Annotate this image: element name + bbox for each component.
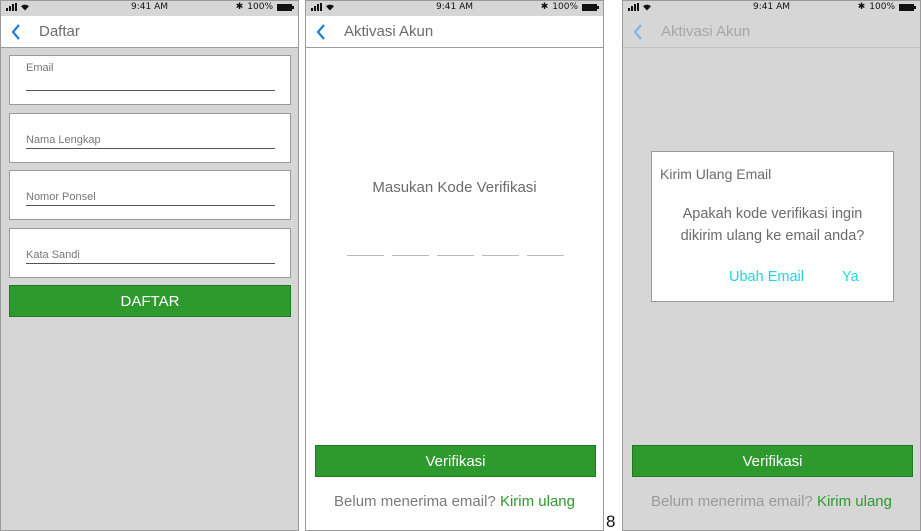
bluetooth-icon: ✱ [857, 2, 866, 12]
resend-row: Belum menerima email? Kirim ulang [306, 493, 603, 510]
bluetooth-icon: ✱ [540, 2, 549, 12]
dialog-message: Apakah kode verifikasi ingin dikirim ula… [652, 203, 893, 247]
dialog-message-line: dikirim ulang ke email anda? [680, 228, 865, 244]
resend-prompt: Belum menerima email? [651, 493, 813, 510]
phone-label: Nomor Ponsel [26, 191, 96, 203]
email-field[interactable]: Email [9, 55, 291, 105]
resend-link[interactable]: Kirim ulang [500, 493, 575, 510]
chevron-left-icon [633, 23, 642, 40]
back-button[interactable] [306, 16, 336, 48]
confirm-button[interactable]: Ya [842, 269, 859, 285]
nav-bar: Daftar [1, 16, 298, 48]
activation-dialog-screen: 9:41 AM ✱ 100% Aktivasi Akun Kirim Ulang… [622, 0, 921, 531]
battery-group: ✱ 100% [857, 2, 916, 12]
dialog-message-line: Apakah kode verifikasi ingin [682, 206, 863, 222]
battery-group: ✱ 100% [540, 2, 599, 12]
battery-percent: 100% [869, 2, 895, 12]
battery-icon [899, 3, 916, 11]
page-title: Aktivasi Akun [661, 23, 751, 40]
password-field[interactable]: Kata Sandi [9, 228, 291, 278]
chevron-left-icon [11, 23, 20, 40]
email-label: Email [26, 62, 54, 74]
resend-link[interactable]: Kirim ulang [817, 493, 892, 510]
field-underline [26, 263, 275, 264]
battery-icon [582, 3, 599, 11]
status-bar: 9:41 AM ✱ 100% [306, 1, 603, 16]
battery-percent: 100% [247, 2, 273, 12]
activation-screen: 9:41 AM ✱ 100% Aktivasi Akun Masukan Kod… [305, 0, 604, 531]
verify-button[interactable]: Verifikasi [315, 445, 596, 477]
phone-field[interactable]: Nomor Ponsel [9, 170, 291, 220]
code-digit-slot[interactable] [527, 255, 564, 256]
nav-bar: Aktivasi Akun [623, 16, 920, 48]
full-name-field[interactable]: Nama Lengkap [9, 113, 291, 163]
password-label: Kata Sandi [26, 249, 80, 261]
battery-percent: 100% [552, 2, 578, 12]
register-screen: 9:41 AM ✱ 100% Daftar Email Nama Lengkap… [0, 0, 299, 531]
bluetooth-icon: ✱ [235, 2, 244, 12]
field-underline [26, 205, 275, 206]
page-title: Aktivasi Akun [344, 23, 434, 40]
resend-email-dialog: Kirim Ulang Email Apakah kode verifikasi… [651, 151, 894, 302]
change-email-button[interactable]: Ubah Email [729, 269, 804, 285]
field-underline [26, 90, 275, 91]
full-name-label: Nama Lengkap [26, 134, 101, 146]
field-underline [26, 148, 275, 149]
page-title: Daftar [39, 23, 80, 40]
chevron-left-icon [316, 23, 325, 40]
battery-icon [277, 3, 294, 11]
code-digit-slot[interactable] [437, 255, 474, 256]
battery-group: ✱ 100% [235, 2, 294, 12]
register-button[interactable]: DAFTAR [9, 285, 291, 317]
dialog-title: Kirim Ulang Email [660, 166, 772, 182]
page-number: 8 [606, 512, 616, 531]
code-digit-slot[interactable] [392, 255, 429, 256]
verification-code-title: Masukan Kode Verifikasi [372, 179, 537, 196]
back-button[interactable] [1, 16, 31, 48]
code-digit-slot[interactable] [347, 255, 384, 256]
resend-prompt: Belum menerima email? [334, 493, 496, 510]
verify-button[interactable]: Verifikasi [632, 445, 913, 477]
nav-bar: Aktivasi Akun [306, 16, 603, 48]
status-bar: 9:41 AM ✱ 100% [1, 1, 298, 16]
resend-row: Belum menerima email? Kirim ulang [623, 493, 920, 510]
status-bar: 9:41 AM ✱ 100% [623, 1, 920, 16]
verification-code-input[interactable] [347, 255, 564, 256]
back-button[interactable] [623, 16, 653, 48]
code-digit-slot[interactable] [482, 255, 519, 256]
